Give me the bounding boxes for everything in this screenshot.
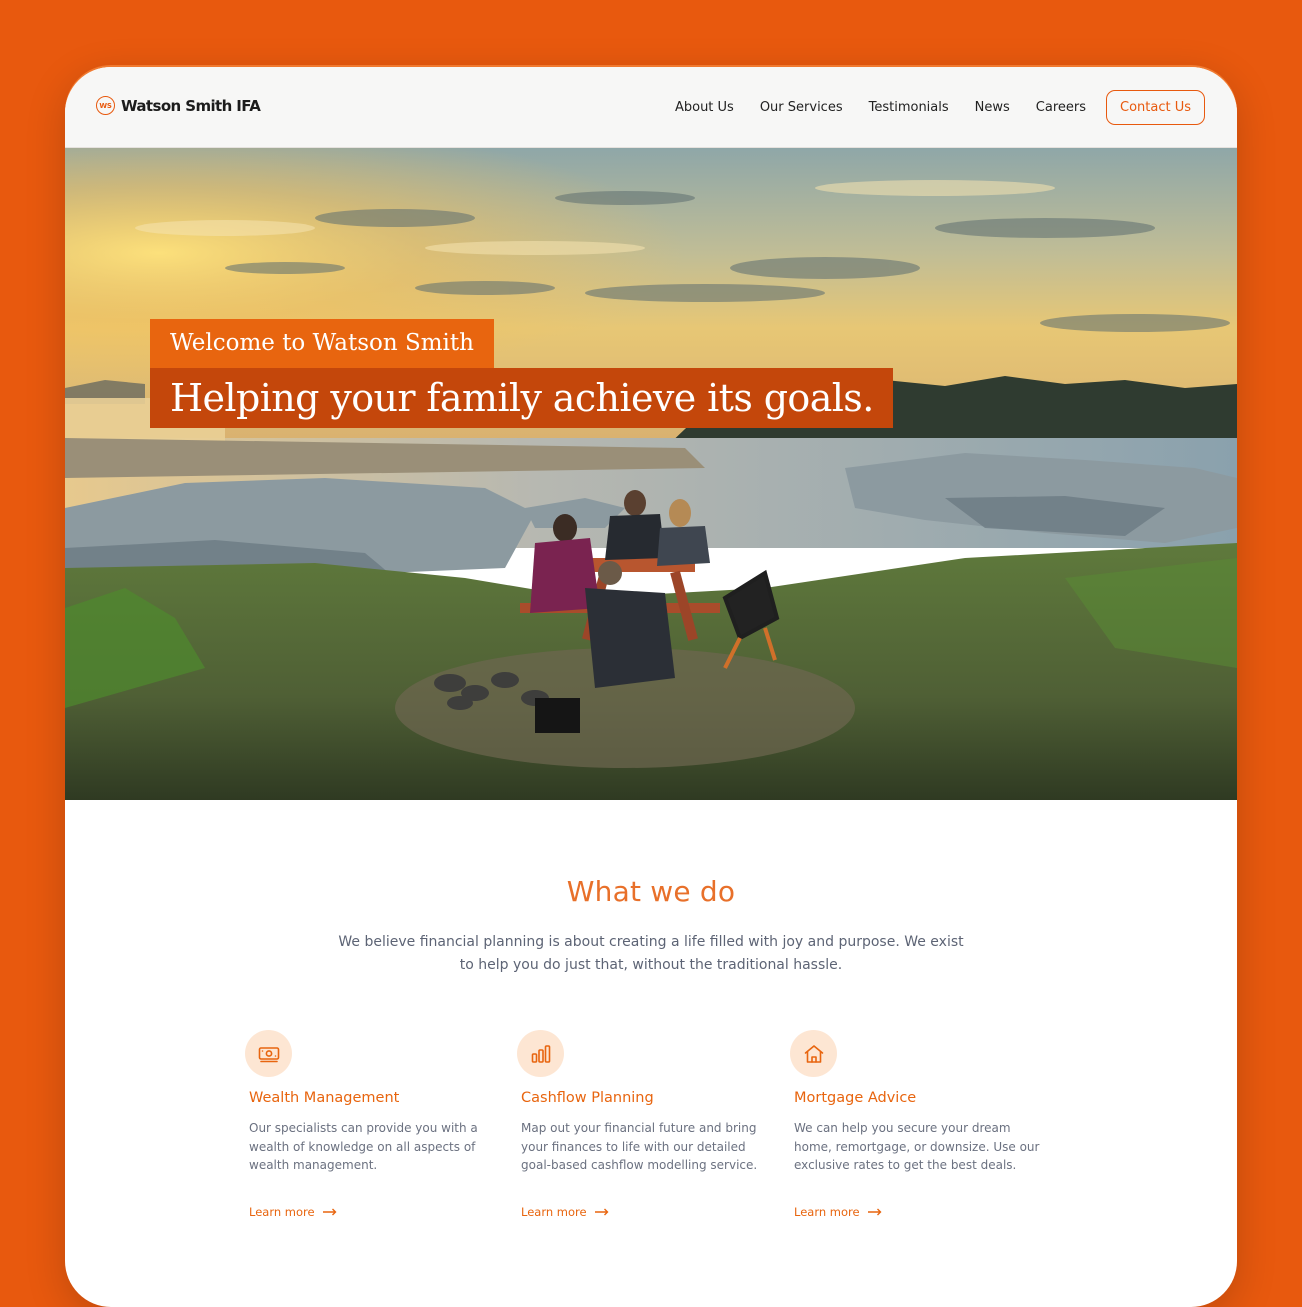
hero-photo [65, 148, 1237, 800]
learn-more-label: Learn more [521, 1205, 587, 1219]
service-card-mortgage-advice: Mortgage Advice We can help you secure y… [790, 1030, 1044, 1219]
browser-frame: WS Watson Smith IFA About Us Our Service… [65, 67, 1237, 1307]
learn-more-label: Learn more [794, 1205, 860, 1219]
service-card-cashflow-planning: Cashflow Planning Map out your financial… [517, 1030, 771, 1219]
service-title: Cashflow Planning [521, 1090, 654, 1106]
money-icon [245, 1030, 292, 1077]
bar-chart-icon [517, 1030, 564, 1077]
service-description: We can help you secure your dream home, … [794, 1121, 1040, 1172]
nav-testimonials[interactable]: Testimonials [869, 100, 949, 115]
nav-careers[interactable]: Careers [1036, 100, 1086, 115]
hero-tagline: Welcome to Watson Smith [150, 319, 494, 368]
home-icon [790, 1030, 837, 1077]
main-nav: About Us Our Services Testimonials News … [675, 90, 1205, 125]
nav-news[interactable]: News [975, 100, 1010, 115]
arrow-right-icon [867, 1205, 882, 1219]
logo[interactable]: WS Watson Smith IFA [96, 96, 261, 115]
hero-section: Welcome to Watson Smith Helping your fam… [65, 148, 1237, 800]
nav-our-services[interactable]: Our Services [760, 100, 843, 115]
arrow-right-icon [322, 1205, 337, 1219]
service-description: Our specialists can provide you with a w… [249, 1121, 478, 1172]
service-card-wealth-management: Wealth Management Our specialists can pr… [245, 1030, 499, 1219]
hero-headline: Helping your family achieve its goals. [150, 368, 893, 428]
what-we-do-intro: We believe financial planning is about c… [338, 934, 964, 973]
logo-initials: WS [99, 101, 112, 110]
arrow-right-icon [594, 1205, 609, 1219]
logo-text: Watson Smith IFA [121, 96, 261, 115]
learn-more-link-cashflow-planning[interactable]: Learn more [521, 1205, 609, 1219]
learn-more-link-wealth-management[interactable]: Learn more [249, 1205, 337, 1219]
service-title: Wealth Management [249, 1090, 400, 1106]
nav-about-us[interactable]: About Us [675, 100, 734, 115]
learn-more-link-mortgage-advice[interactable]: Learn more [794, 1205, 882, 1219]
service-title: Mortgage Advice [794, 1090, 917, 1106]
service-description: Map out your financial future and bring … [521, 1121, 758, 1172]
site-header: WS Watson Smith IFA About Us Our Service… [65, 67, 1237, 148]
contact-us-button[interactable]: Contact Us [1106, 90, 1205, 125]
what-we-do-title: What we do [566, 875, 736, 908]
logo-mark-icon: WS [96, 96, 115, 115]
learn-more-label: Learn more [249, 1205, 315, 1219]
